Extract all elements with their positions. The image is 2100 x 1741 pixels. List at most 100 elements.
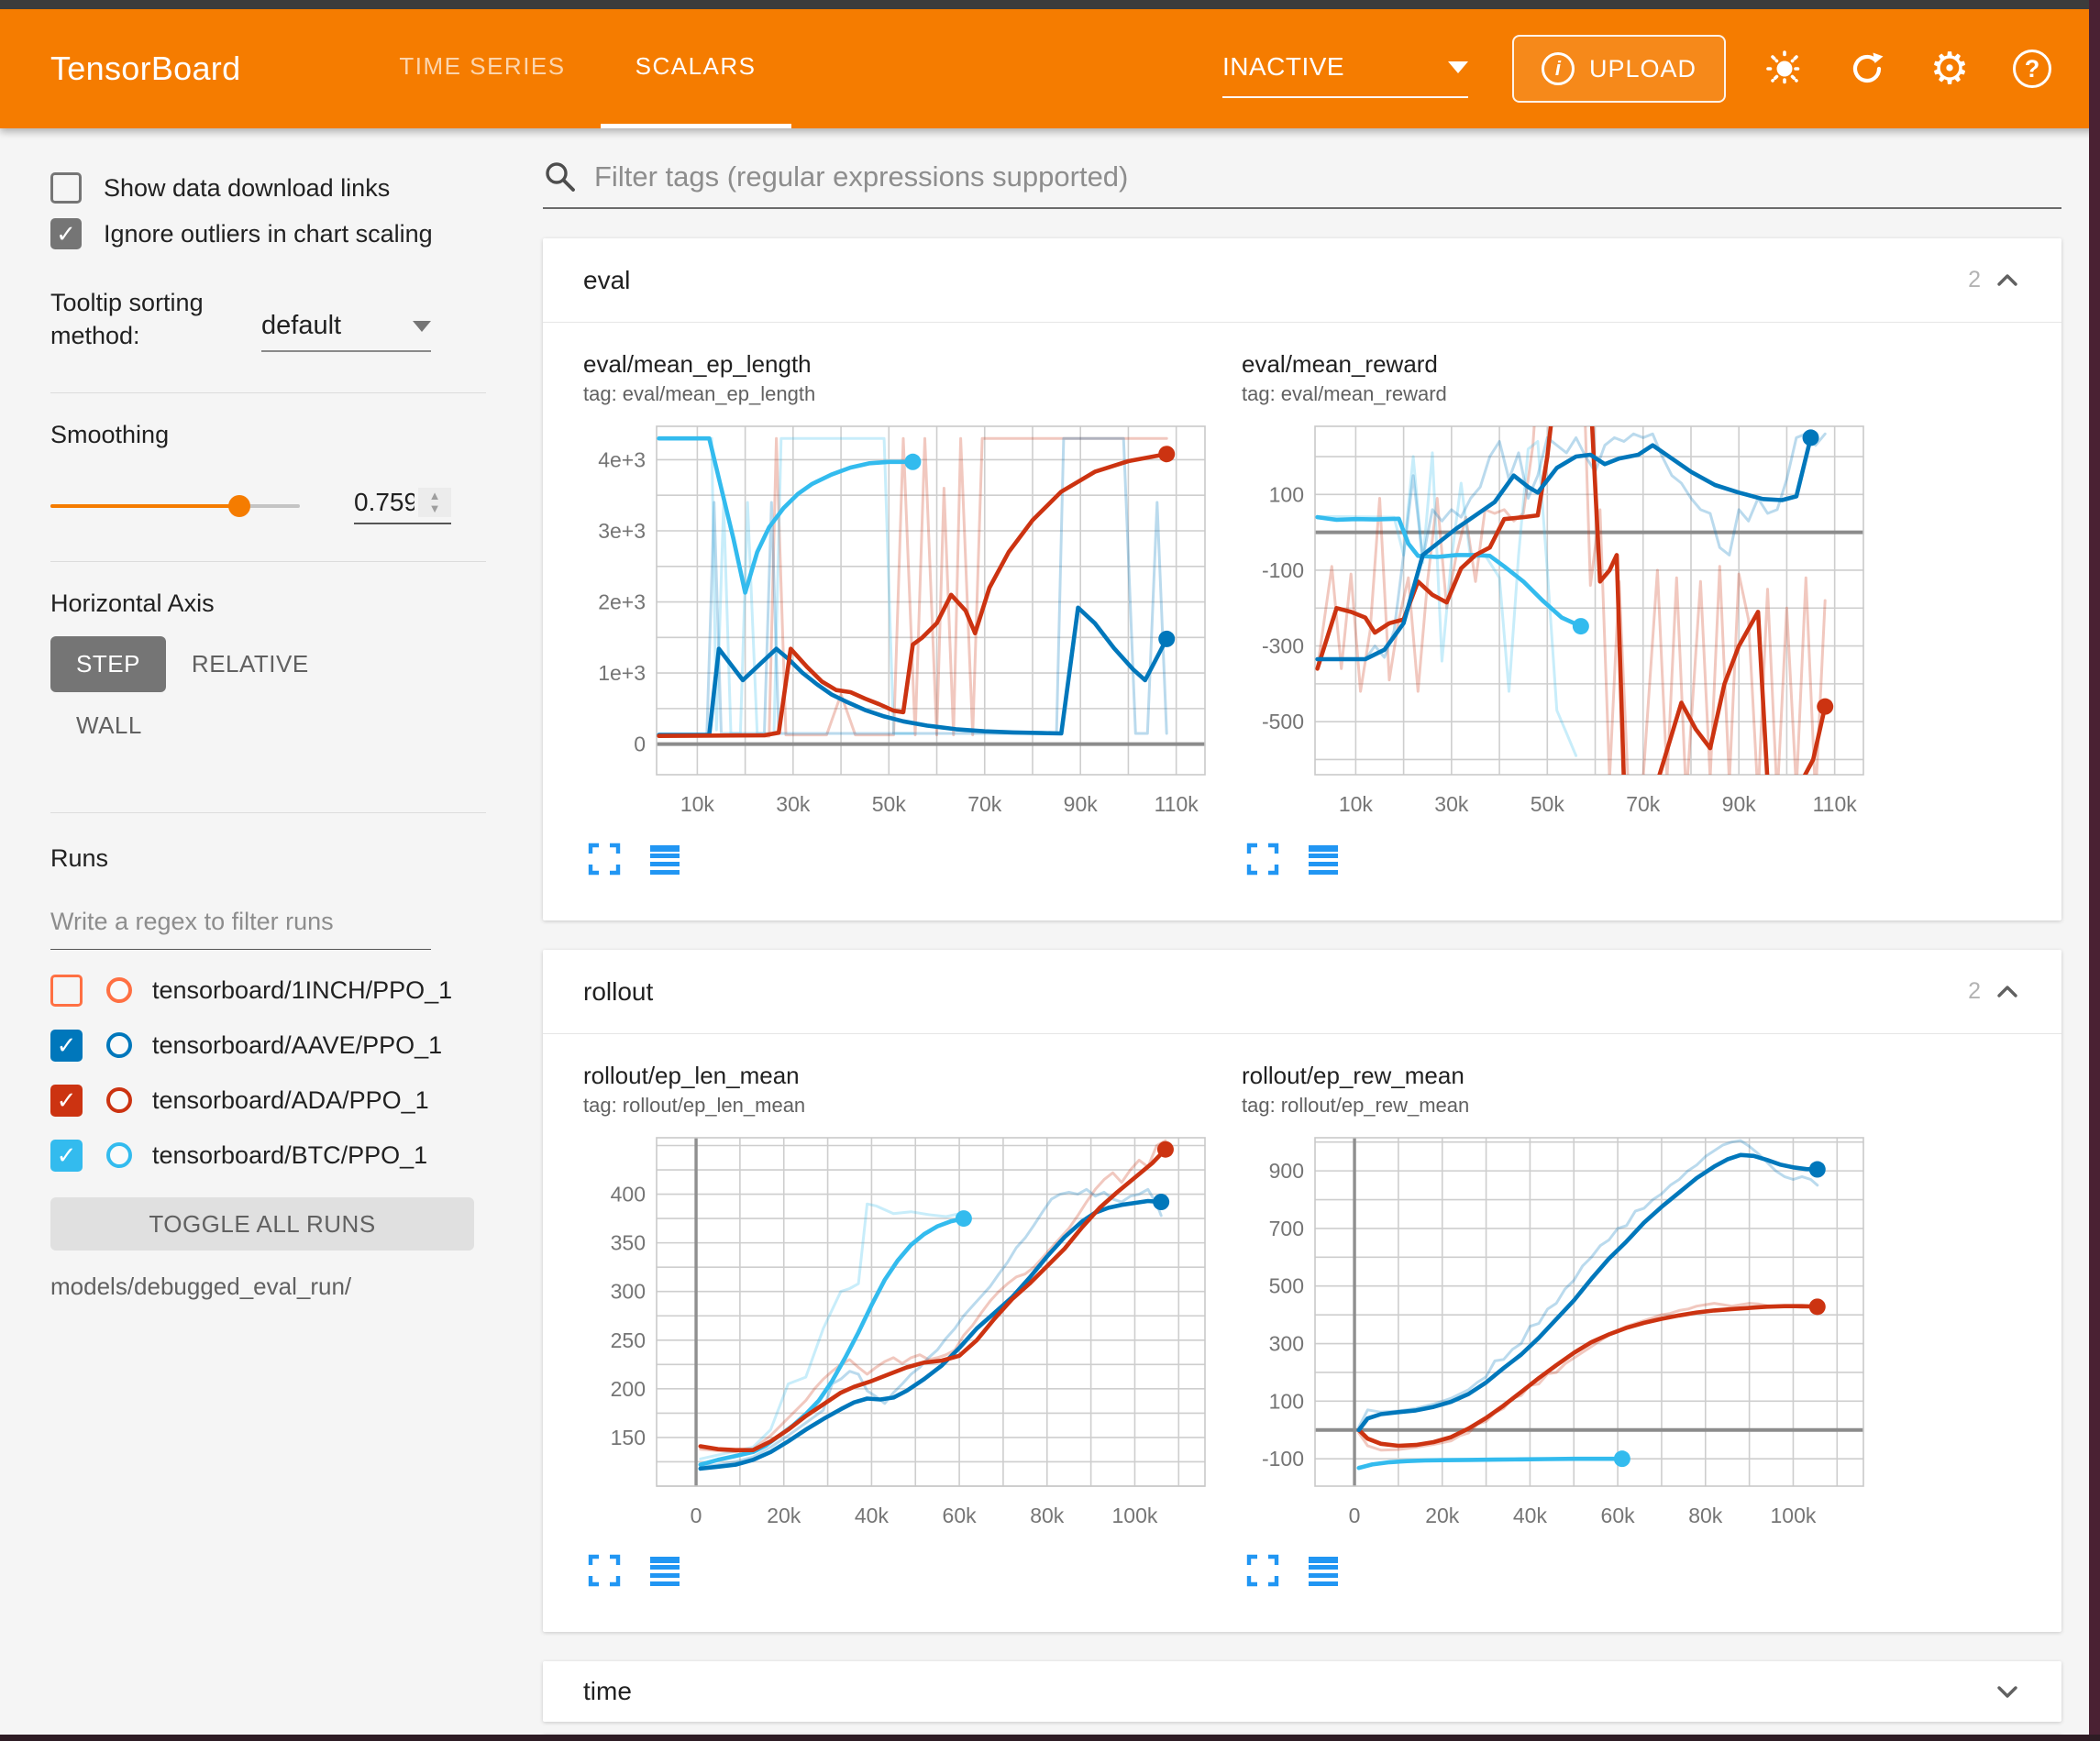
chevron-up-icon[interactable] <box>1994 271 2021 290</box>
runs-label: Runs <box>50 844 486 873</box>
stepper-up-icon[interactable]: ▲ <box>429 490 441 502</box>
ignore-outliers-row[interactable]: ✓ Ignore outliers in chart scaling <box>50 218 486 249</box>
chart-plot[interactable]: 10k30k50k70k90k110k100-100-300-500 <box>1242 417 1874 830</box>
run-checkbox[interactable]: ✓ <box>50 1085 83 1117</box>
svg-text:100: 100 <box>1269 482 1304 506</box>
data-table-icon[interactable] <box>647 842 682 876</box>
chart-plot[interactable]: 020k40k60k80k100k900700500300100-100 <box>1242 1129 1874 1541</box>
svg-text:300: 300 <box>611 1280 646 1304</box>
divider <box>50 392 486 393</box>
data-table-icon[interactable] <box>1306 1553 1341 1588</box>
runs-base-path: models/debugged_eval_run/ <box>50 1273 486 1301</box>
svg-text:0: 0 <box>1349 1504 1361 1527</box>
dashboard-main: eval2 eval/mean_ep_lengthtag: eval/mean_e… <box>486 128 2089 1741</box>
fullscreen-icon[interactable] <box>1245 842 1280 876</box>
run-row[interactable]: ✓tensorboard/AAVE/PPO_1 <box>50 1018 486 1073</box>
series-line-raw <box>1318 417 1826 798</box>
runs-filter-input[interactable] <box>50 908 431 950</box>
status-dropdown[interactable]: INACTIVE <box>1222 52 1468 98</box>
app-header: TensorBoard TIME SERIES SCALARS INACTIVE… <box>0 9 2100 128</box>
window-right-edge <box>2089 0 2100 1741</box>
run-checkbox[interactable]: ✓ <box>50 1140 83 1172</box>
smoothing-value-input[interactable] <box>354 488 418 517</box>
axis-option-step[interactable]: STEP <box>50 636 166 692</box>
settings-button[interactable]: ⚙ <box>1926 45 1973 93</box>
settings-sidebar: Show data download links ✓ Ignore outlie… <box>0 128 486 1741</box>
run-row[interactable]: ✓tensorboard/ADA/PPO_1 <box>50 1073 486 1128</box>
tooltip-sorting-dropdown[interactable]: default <box>261 311 431 352</box>
series-end-dot <box>1817 699 1833 715</box>
section-header-time[interactable]: time <box>543 1661 2061 1722</box>
axis-option-relative[interactable]: RELATIVE <box>166 636 335 692</box>
svg-text:350: 350 <box>611 1231 646 1255</box>
chevron-down-icon[interactable] <box>1994 1682 2021 1701</box>
svg-text:250: 250 <box>611 1328 646 1352</box>
tab-time-series[interactable]: TIME SERIES <box>364 9 600 128</box>
brightness-icon <box>1764 49 1805 89</box>
smoothing-stepper[interactable]: ▲ ▼ <box>418 488 451 517</box>
brightness-toggle-button[interactable] <box>1761 45 1808 93</box>
smoothing-slider[interactable] <box>50 504 300 508</box>
section-card-rollout: rollout2rollout/ep_len_meantag: rollout/… <box>543 950 2061 1632</box>
section-header-eval[interactable]: eval2 <box>543 238 2061 323</box>
svg-text:30k: 30k <box>1434 792 1469 816</box>
section-card-time: time <box>543 1661 2061 1722</box>
chevron-up-icon[interactable] <box>1994 983 2021 1001</box>
section-count: 2 <box>1968 267 1981 293</box>
tab-scalars[interactable]: SCALARS <box>601 9 791 128</box>
refresh-button[interactable] <box>1843 45 1891 93</box>
smoothing-slider-knob[interactable] <box>228 495 250 517</box>
app-title: TensorBoard <box>50 50 240 88</box>
ignore-outliers-checkbox[interactable]: ✓ <box>50 218 82 249</box>
section-header-rollout[interactable]: rollout2 <box>543 950 2061 1034</box>
run-row[interactable]: tensorboard/1INCH/PPO_1 <box>50 963 486 1018</box>
svg-text:90k: 90k <box>1722 792 1757 816</box>
svg-text:1e+3: 1e+3 <box>598 661 646 685</box>
fullscreen-icon[interactable] <box>587 1553 622 1588</box>
show-download-links-checkbox[interactable] <box>50 172 82 204</box>
help-button[interactable]: ? <box>2008 45 2056 93</box>
series-line <box>701 1201 1161 1469</box>
run-checkbox[interactable]: ✓ <box>50 1030 83 1062</box>
upload-button[interactable]: i UPLOAD <box>1512 35 1726 103</box>
data-table-icon[interactable] <box>1306 842 1341 876</box>
axis-option-wall[interactable]: WALL <box>50 698 168 754</box>
chart-panel: rollout/ep_rew_meantag: rollout/ep_rew_m… <box>1242 1062 1874 1588</box>
chart-panel: eval/mean_ep_lengthtag: eval/mean_ep_len… <box>583 350 1216 876</box>
fullscreen-icon[interactable] <box>1245 1553 1280 1588</box>
data-table-icon[interactable] <box>647 1553 682 1588</box>
svg-text:300: 300 <box>1269 1332 1304 1356</box>
window-bottom-edge <box>0 1735 2100 1741</box>
svg-text:60k: 60k <box>943 1504 978 1527</box>
svg-text:150: 150 <box>611 1426 646 1449</box>
svg-text:-300: -300 <box>1262 634 1304 658</box>
series-end-dot <box>1803 429 1819 446</box>
series-end-dot <box>1573 618 1589 634</box>
series-end-dot <box>1614 1450 1630 1467</box>
chevron-down-icon <box>1448 61 1468 73</box>
help-icon: ? <box>2013 50 2051 88</box>
run-row[interactable]: ✓ tensorboard/BTC/PPO_1 <box>50 1128 486 1183</box>
svg-text:400: 400 <box>611 1183 646 1207</box>
search-icon <box>543 160 578 194</box>
run-color-circle <box>106 1142 132 1168</box>
fullscreen-icon[interactable] <box>587 842 622 876</box>
tag-filter-input[interactable] <box>594 160 2061 193</box>
show-download-links-row[interactable]: Show data download links <box>50 172 486 204</box>
series-line-raw <box>1359 1304 1818 1450</box>
series-line <box>1359 1306 1818 1446</box>
svg-text:200: 200 <box>611 1377 646 1401</box>
chart-toolbar <box>1242 842 1874 876</box>
toggle-all-runs-button[interactable]: TOGGLE ALL RUNS <box>50 1197 474 1251</box>
series-end-dot <box>1158 446 1175 462</box>
chart-plot[interactable]: 020k40k60k80k100k400350300250200150 <box>583 1129 1216 1541</box>
chart-tag: tag: eval/mean_reward <box>1242 382 1874 406</box>
svg-text:40k: 40k <box>1513 1504 1548 1527</box>
svg-text:-100: -100 <box>1262 1447 1304 1471</box>
chart-plot[interactable]: 10k30k50k70k90k110k4e+33e+32e+31e+30 <box>583 417 1216 830</box>
stepper-down-icon[interactable]: ▼ <box>429 502 441 515</box>
run-label: tensorboard/BTC/PPO_1 <box>152 1141 427 1170</box>
run-checkbox[interactable] <box>50 975 83 1007</box>
svg-text:60k: 60k <box>1601 1504 1636 1527</box>
svg-text:-100: -100 <box>1262 558 1304 582</box>
